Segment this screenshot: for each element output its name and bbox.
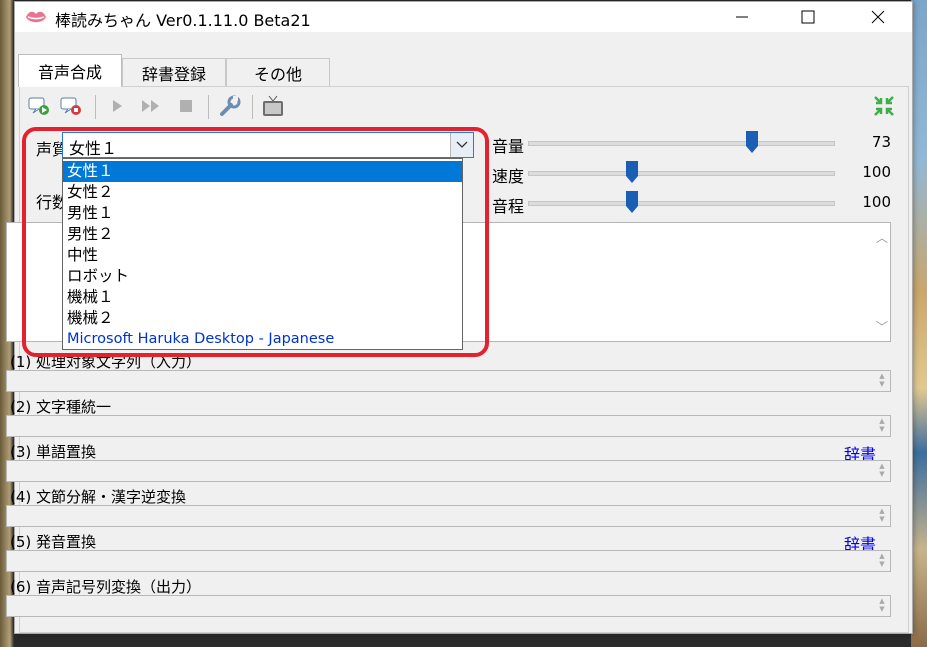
stop-icon xyxy=(180,100,192,112)
title-bar: 棒読みちゃん Ver0.1.11.0 Beta21 xyxy=(15,2,912,32)
tab-speech-synthesis[interactable]: 音声合成 xyxy=(18,54,122,87)
minimize-button[interactable] xyxy=(719,2,765,32)
tv-icon xyxy=(263,95,283,116)
play-icon xyxy=(113,100,122,112)
play-button[interactable] xyxy=(104,93,130,119)
slider-thumb[interactable] xyxy=(626,161,639,183)
pitch-label: 音程 xyxy=(492,197,525,216)
slider-thumb[interactable] xyxy=(626,191,639,213)
mini-scrollbar[interactable]: ▲ ▼ xyxy=(875,462,889,480)
speed-label: 速度 xyxy=(492,167,525,186)
collapse-button[interactable] xyxy=(871,93,897,119)
play-add-button[interactable] xyxy=(26,93,52,119)
window-title: 棒読みちゃん Ver0.1.11.0 Beta21 xyxy=(55,11,311,30)
desktop-background xyxy=(911,0,927,647)
play-stop-record-icon xyxy=(60,97,81,115)
volume-label: 音量 xyxy=(492,137,525,156)
stage-normalize-label: (2) 文字種統一 xyxy=(10,398,112,416)
text-scrollbar[interactable]: ︿ ﹀ xyxy=(872,223,890,341)
volume-value: 73 xyxy=(871,133,891,151)
collapse-arrows-icon xyxy=(874,96,894,116)
tab-other[interactable]: その他 xyxy=(226,58,330,86)
mini-scrollbar[interactable]: ▲ ▼ xyxy=(875,417,889,435)
mini-scrollbar[interactable]: ▲ ▼ xyxy=(875,372,889,390)
maximize-button[interactable] xyxy=(785,2,831,32)
stage-output-field: ▲ ▼ xyxy=(6,595,891,617)
mini-scrollbar[interactable]: ▲ ▼ xyxy=(875,597,889,615)
lips-icon xyxy=(26,11,46,23)
tab-dictionary[interactable]: 辞書登録 xyxy=(122,58,226,86)
toolbar-separator xyxy=(208,95,209,119)
close-button[interactable] xyxy=(855,2,901,32)
slider-thumb[interactable] xyxy=(746,131,759,153)
fast-forward-button[interactable] xyxy=(138,93,164,119)
pitch-slider[interactable] xyxy=(528,191,835,215)
speed-value: 100 xyxy=(862,163,891,181)
slider-track xyxy=(528,201,835,206)
wrench-icon xyxy=(220,95,241,116)
stage-word-replace-label: (3) 単語置換 xyxy=(10,443,97,461)
stage-normalize-field: ▲ ▼ xyxy=(6,415,891,437)
toolbar-separator xyxy=(95,95,96,119)
toolbar-separator xyxy=(252,95,253,119)
settings-button[interactable] xyxy=(217,93,243,119)
pitch-value: 100 xyxy=(862,193,891,211)
speed-slider[interactable] xyxy=(528,161,835,185)
play-stop-record-button[interactable] xyxy=(58,93,84,119)
close-icon xyxy=(871,10,885,24)
minimize-icon xyxy=(736,16,748,18)
stage-pronunciation-label: (5) 発音置換 xyxy=(10,533,97,551)
scroll-down-icon[interactable]: ﹀ xyxy=(876,318,888,335)
fast-forward-icon xyxy=(142,100,159,112)
mini-scrollbar[interactable]: ▲ ▼ xyxy=(875,552,889,570)
stage-phrase-field: ▲ ▼ xyxy=(6,505,891,527)
annotation-highlight xyxy=(22,127,489,357)
scroll-up-icon[interactable]: ︿ xyxy=(876,229,888,246)
stage-word-replace-field: ▲ ▼ xyxy=(6,460,891,482)
stage-pronunciation-field: ▲ ▼ xyxy=(6,550,891,572)
maximize-icon xyxy=(801,10,815,24)
slider-track xyxy=(528,171,835,176)
stage-phrase-label: (4) 文節分解・漢字逆変換 xyxy=(10,488,187,506)
stop-button[interactable] xyxy=(173,93,199,119)
mini-scrollbar[interactable]: ▲ ▼ xyxy=(875,507,889,525)
slider-track xyxy=(528,141,835,146)
tv-button[interactable] xyxy=(260,93,286,119)
stage-input-field: ▲ ▼ xyxy=(6,370,891,392)
volume-slider[interactable] xyxy=(528,131,835,155)
stage-output-label: (6) 音声記号列変換（出力） xyxy=(10,578,202,596)
play-add-icon xyxy=(28,97,49,115)
